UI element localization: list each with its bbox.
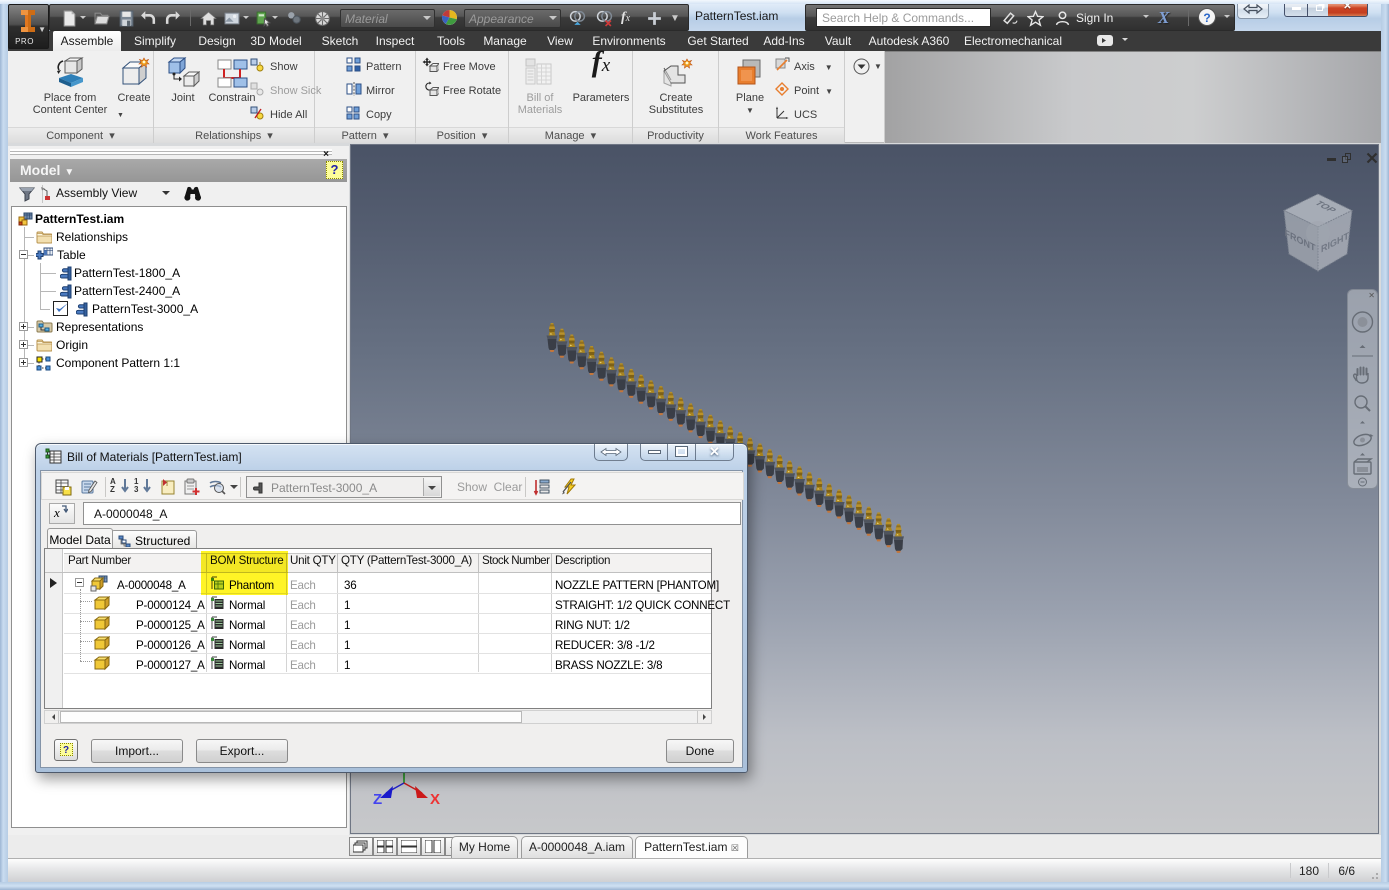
svg-text:Z: Z xyxy=(373,791,382,808)
svg-text:X: X xyxy=(430,791,440,808)
